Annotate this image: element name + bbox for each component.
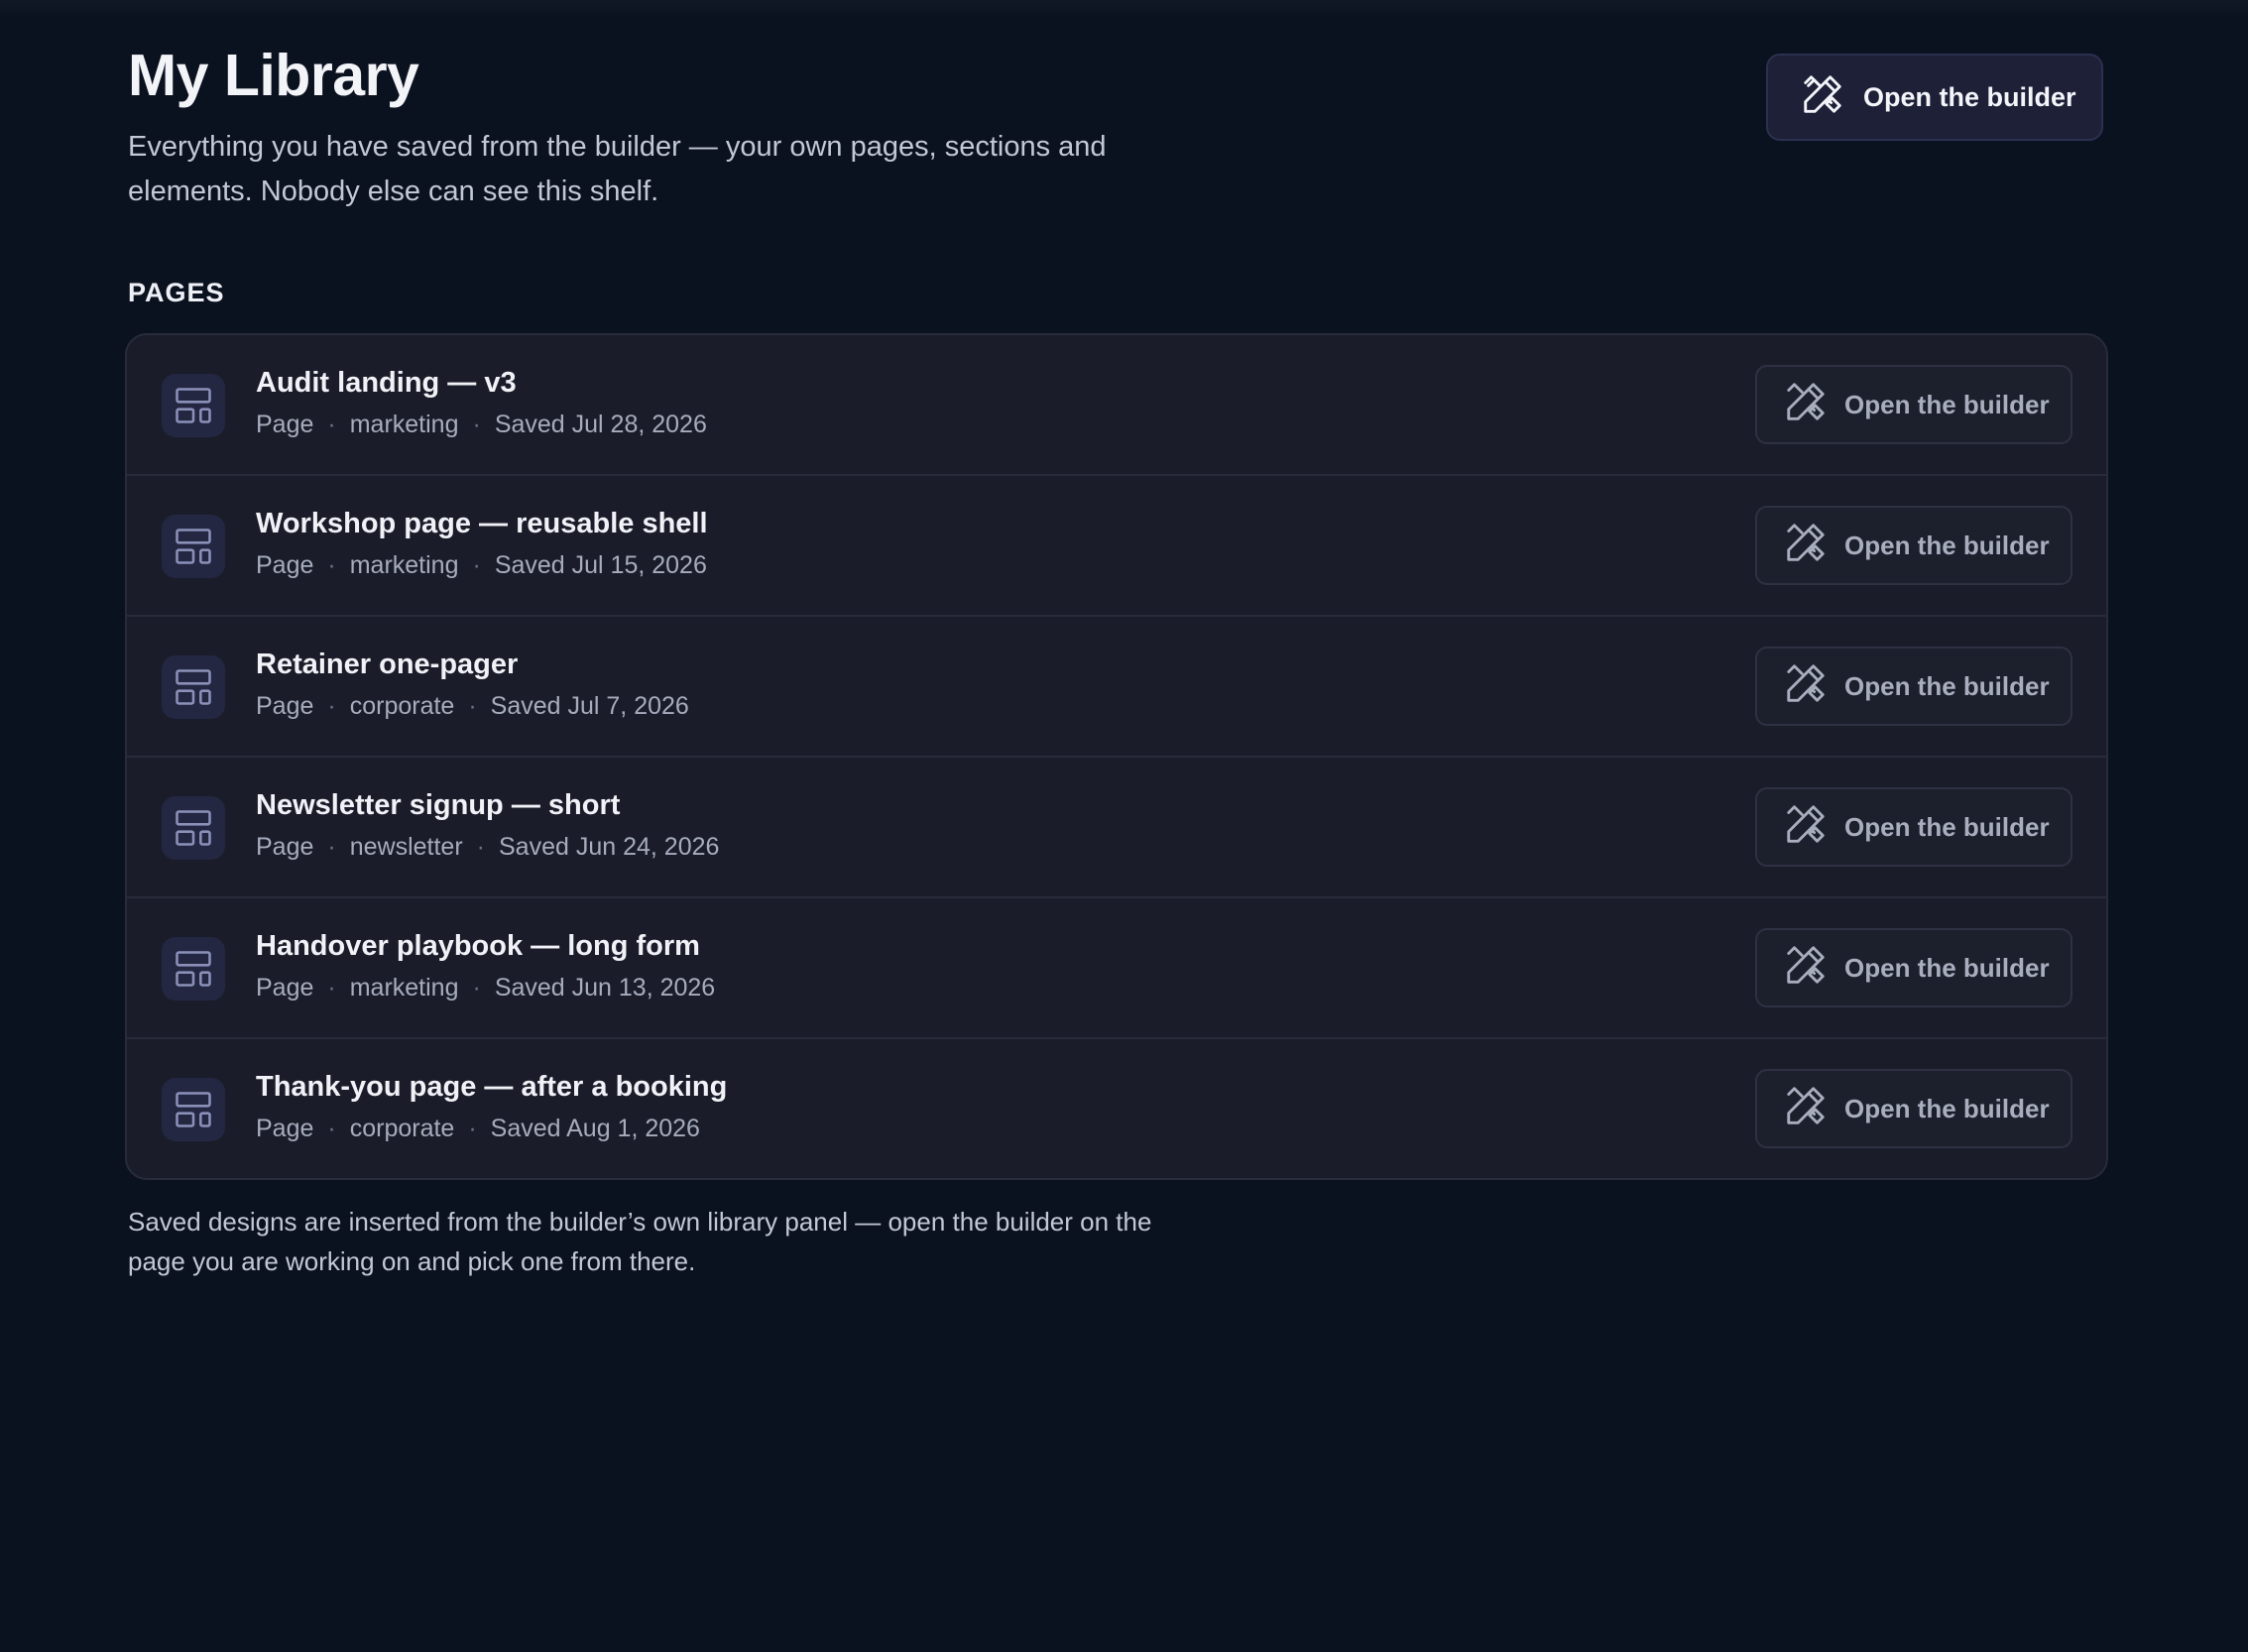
layout-template-icon	[162, 937, 225, 1001]
item-saved-date: Saved Jul 28, 2026	[494, 411, 707, 438]
item-text: Workshop page — reusable shell Page · ma…	[256, 506, 708, 581]
item-open-builder-button[interactable]: Open the builder	[1755, 365, 2072, 444]
item-meta: Page · newsletter · Saved Jun 24, 2026	[256, 831, 719, 863]
item-saved-date: Saved Jun 24, 2026	[499, 833, 720, 861]
item-type: Page	[256, 1115, 314, 1142]
item-meta: Page · marketing · Saved Jul 28, 2026	[256, 409, 707, 440]
item-meta: Page · corporate · Saved Jul 7, 2026	[256, 690, 689, 722]
item-open-builder-button[interactable]: Open the builder	[1755, 506, 2072, 585]
list-item: Audit landing — v3 Page · marketing · Sa…	[127, 335, 2106, 476]
item-tag: marketing	[349, 551, 459, 579]
layout-template-icon	[162, 374, 225, 437]
pages-list: Audit landing — v3 Page · marketing · Sa…	[125, 333, 2108, 1180]
meta-separator: ·	[468, 692, 477, 720]
item-meta: Page · marketing · Saved Jun 13, 2026	[256, 972, 715, 1003]
item-text: Newsletter signup — short Page · newslet…	[256, 787, 719, 863]
pencil-ruler-icon	[1800, 71, 1845, 124]
item-title: Thank-you page — after a booking	[256, 1071, 728, 1103]
item-open-builder-button[interactable]: Open the builder	[1755, 928, 2072, 1007]
item-meta: Page · marketing · Saved Jul 15, 2026	[256, 549, 708, 581]
item-saved-date: Saved Jun 13, 2026	[494, 974, 716, 1002]
layout-template-icon	[162, 515, 225, 578]
list-item: Retainer one-pager Page · corporate · Sa…	[127, 617, 2106, 758]
item-type: Page	[256, 411, 314, 438]
item-open-builder-button[interactable]: Open the builder	[1755, 647, 2072, 726]
layout-template-icon	[162, 1078, 225, 1141]
meta-separator: ·	[472, 974, 481, 1002]
item-text: Handover playbook — long form Page · mar…	[256, 928, 715, 1003]
page-description: Everything you have saved from the build…	[128, 131, 1107, 207]
item-open-builder-label: Open the builder	[1844, 1093, 2050, 1123]
meta-separator: ·	[327, 1115, 336, 1142]
layout-template-icon	[162, 796, 225, 860]
meta-separator: ·	[472, 411, 481, 438]
item-tag: marketing	[349, 411, 459, 438]
layout-template-icon	[162, 655, 225, 719]
pencil-ruler-icon	[1783, 801, 1829, 854]
list-item: Newsletter signup — short Page · newslet…	[127, 758, 2106, 898]
item-text: Thank-you page — after a booking Page · …	[256, 1069, 727, 1144]
pencil-ruler-icon	[1783, 1083, 1829, 1135]
item-open-builder-label: Open the builder	[1844, 530, 2050, 560]
pencil-ruler-icon	[1783, 520, 1829, 572]
item-tag: corporate	[349, 692, 455, 720]
item-tag: marketing	[349, 974, 459, 1002]
item-saved-date: Saved Jul 15, 2026	[494, 551, 707, 579]
library-page: My Library Everything you have saved fro…	[0, 0, 2248, 1652]
open-builder-button[interactable]: Open the builder	[1766, 54, 2103, 141]
item-title: Audit landing — v3	[256, 367, 517, 399]
pencil-ruler-icon	[1783, 942, 1829, 995]
meta-separator: ·	[468, 1115, 477, 1142]
item-saved-date: Saved Jul 7, 2026	[490, 692, 689, 720]
item-text: Retainer one-pager Page · corporate · Sa…	[256, 647, 689, 722]
meta-separator: ·	[327, 692, 336, 720]
meta-separator: ·	[327, 551, 336, 579]
item-type: Page	[256, 833, 314, 861]
item-open-builder-label: Open the builder	[1844, 670, 2050, 701]
section-label-pages: PAGES	[128, 278, 225, 307]
item-type: Page	[256, 692, 314, 720]
item-saved-date: Saved Aug 1, 2026	[490, 1115, 700, 1142]
footer-note: Saved designs are inserted from the buil…	[128, 1207, 1152, 1276]
item-text: Audit landing — v3 Page · marketing · Sa…	[256, 365, 707, 440]
list-item: Thank-you page — after a booking Page · …	[127, 1039, 2106, 1178]
open-builder-label: Open the builder	[1863, 81, 2076, 112]
pencil-ruler-icon	[1783, 379, 1829, 431]
item-type: Page	[256, 974, 314, 1002]
meta-separator: ·	[327, 833, 336, 861]
meta-separator: ·	[327, 411, 336, 438]
item-meta: Page · corporate · Saved Aug 1, 2026	[256, 1113, 727, 1144]
item-open-builder-label: Open the builder	[1844, 389, 2050, 419]
item-open-builder-label: Open the builder	[1844, 811, 2050, 842]
item-title: Newsletter signup — short	[256, 789, 621, 821]
item-open-builder-label: Open the builder	[1844, 952, 2050, 983]
item-title: Retainer one-pager	[256, 649, 519, 680]
item-open-builder-button[interactable]: Open the builder	[1755, 787, 2072, 867]
item-tag: newsletter	[349, 833, 463, 861]
item-open-builder-button[interactable]: Open the builder	[1755, 1069, 2072, 1148]
item-title: Workshop page — reusable shell	[256, 508, 708, 539]
pencil-ruler-icon	[1783, 660, 1829, 713]
item-title: Handover playbook — long form	[256, 930, 700, 962]
list-item: Handover playbook — long form Page · mar…	[127, 898, 2106, 1039]
item-tag: corporate	[349, 1115, 455, 1142]
item-type: Page	[256, 551, 314, 579]
list-item: Workshop page — reusable shell Page · ma…	[127, 476, 2106, 617]
meta-separator: ·	[327, 974, 336, 1002]
meta-separator: ·	[472, 551, 481, 579]
meta-separator: ·	[476, 833, 485, 861]
